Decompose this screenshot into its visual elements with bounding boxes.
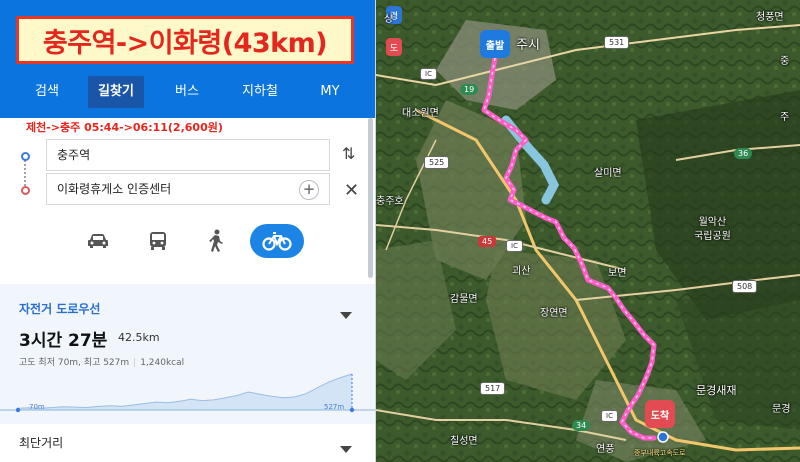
start-input[interactable]: 충주역 <box>46 139 330 171</box>
car-mode-button[interactable] <box>78 225 118 257</box>
map-label-yeonpung: 연풍 <box>596 444 615 455</box>
start-marker[interactable]: 출발 <box>480 30 510 58</box>
route-distance: 42.5km <box>118 331 160 344</box>
route-meta: 고도 최저 70m, 최고 527m | 1,240kcal <box>19 355 184 368</box>
elevation-text: 고도 최저 70m, 최고 527m <box>19 358 130 368</box>
interchange-2: IC <box>601 410 618 422</box>
map-label-city: 주시 <box>516 38 540 53</box>
destination-input-value: 이화령휴게소 인증센터 <box>57 182 172 196</box>
bus-note: 제천->충주 05:44->06:11(2,600원) <box>26 121 223 134</box>
map-label-jangyeon: 장연면 <box>540 308 568 319</box>
elevation-low-label: 70m <box>29 403 45 411</box>
taxi-mode-button[interactable] <box>138 225 178 257</box>
map-label-cheongpung: 청풍면 <box>756 12 784 23</box>
road-36: 36 <box>734 148 753 159</box>
swap-icon[interactable]: ⇅ <box>342 144 355 163</box>
alt-route-label[interactable]: 최단거리 <box>19 434 63 451</box>
tab-my[interactable]: MY <box>310 76 350 108</box>
map-label-goesan: 괴산 <box>512 266 531 277</box>
bicycle-mode-button[interactable] <box>250 224 304 258</box>
map-label-mungyeong: 문경 <box>772 404 791 415</box>
road-517: 517 <box>480 382 506 395</box>
road-19: 19 <box>460 84 479 95</box>
title-banner: 충주역->이화령(43km) <box>16 16 354 64</box>
bicycle-icon <box>262 232 292 251</box>
calories-text: 1,240kcal <box>140 358 185 368</box>
interchange-1: IC <box>506 240 523 252</box>
elevation-high-label: 527m <box>324 403 345 411</box>
map-label-boomyeon: 보면 <box>608 268 627 279</box>
panel-scrollbar[interactable] <box>368 118 373 278</box>
car-icon <box>88 234 108 248</box>
end-dot-icon <box>21 186 30 195</box>
end-marker[interactable]: 도착 <box>645 400 675 428</box>
meta-separator: | <box>133 358 137 368</box>
map-label-jung: 중 <box>780 56 790 67</box>
tab-subway[interactable]: 지하철 <box>232 76 288 108</box>
elevation-area <box>18 374 352 410</box>
destination-input[interactable]: 이화령휴게소 인증센터 + <box>46 173 330 205</box>
route-type-label: 자전거 도로우선 <box>19 302 101 316</box>
start-input-value: 충주역 <box>57 148 91 162</box>
road-508: 508 <box>732 280 758 293</box>
map-label-salmi: 살미면 <box>594 168 622 179</box>
map-label-mungyeong-saejae: 문경새재 <box>696 384 737 397</box>
walk-icon <box>209 229 223 252</box>
road-34: 34 <box>572 420 591 431</box>
close-icon[interactable]: ✕ <box>344 180 359 201</box>
map-label-expressway: 중부내륙고속도로 <box>634 449 686 457</box>
map-label-ju: 주 <box>780 112 790 123</box>
header-bar: 충주역->이화령(43km) 검색 길찾기 버스 지하철 MY <box>0 0 375 118</box>
interchange-3: IC <box>420 68 437 80</box>
directions-panel: 충주역->이화령(43km) 검색 길찾기 버스 지하철 MY 제천->충주 0… <box>0 0 376 462</box>
map-label-sang: 상 <box>384 14 394 25</box>
tab-search[interactable]: 검색 <box>24 76 70 108</box>
road-531: 531 <box>604 36 630 49</box>
nav-tabs: 검색 길찾기 버스 지하철 MY <box>0 76 375 110</box>
page-title: 충주역->이화령(43km) <box>42 27 328 59</box>
map-label-daesowon: 대소원면 <box>402 108 439 119</box>
chevron-down-icon[interactable] <box>340 312 352 319</box>
map-pin-icon[interactable]: 도 <box>386 38 402 56</box>
add-waypoint-button[interactable]: + <box>299 180 319 200</box>
chevron-down-icon[interactable] <box>340 446 352 453</box>
tab-directions[interactable]: 길찾기 <box>88 76 144 108</box>
elevation-low-marker <box>15 407 21 413</box>
route-duration: 3시간 27분 <box>19 331 108 351</box>
map-view[interactable]: 경 도 출발 도착 주시 대소원면 살미면 월악산 국립공원 괴산 장연면 보면… <box>376 0 800 462</box>
road-45: 45 <box>478 236 497 247</box>
map-label-lake: 충주호 <box>376 196 404 207</box>
start-dot-icon <box>21 152 30 161</box>
elevation-chart <box>0 373 375 413</box>
map-label-wolaksan: 월악산 국립공원 <box>694 217 731 242</box>
taxi-icon <box>150 232 166 250</box>
tab-bus[interactable]: 버스 <box>164 76 210 108</box>
walk-mode-button[interactable] <box>196 225 236 257</box>
map-label-chilseong: 칠성면 <box>450 436 478 447</box>
road-525: 525 <box>424 156 450 169</box>
map-label-gammul: 감물면 <box>450 294 478 305</box>
